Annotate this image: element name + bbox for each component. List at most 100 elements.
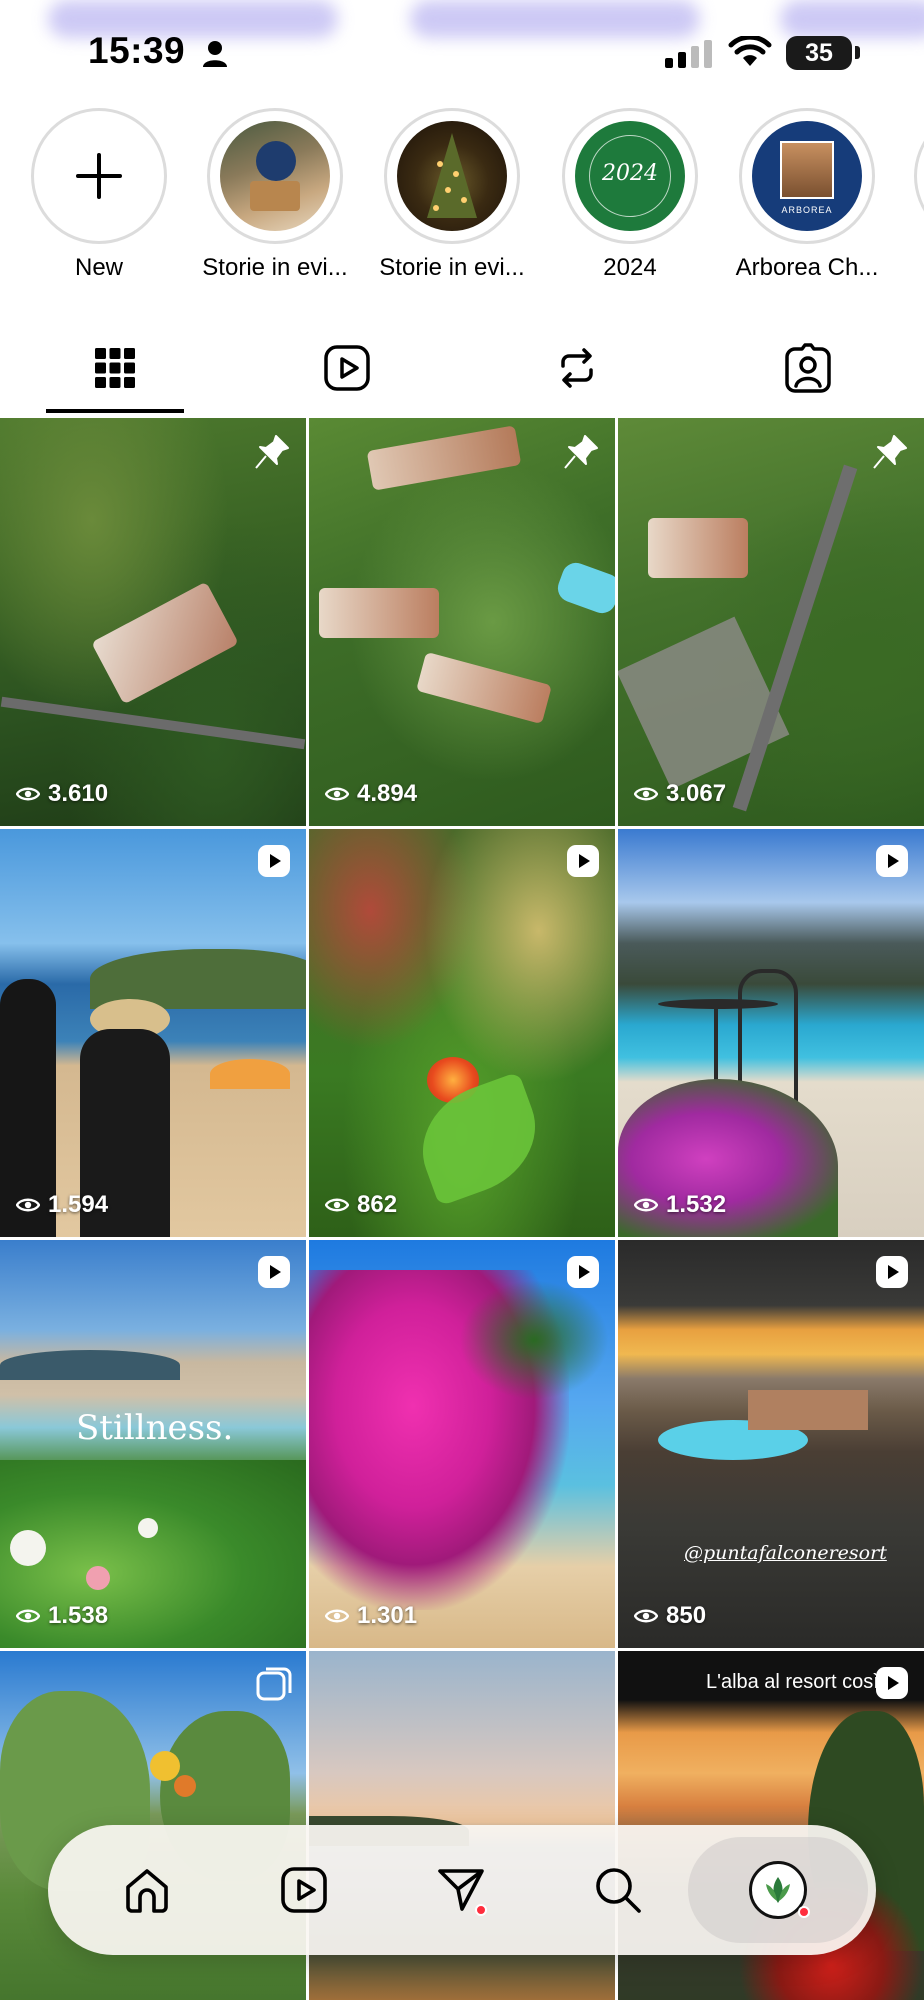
eye-icon (16, 1198, 40, 1212)
nav-reels[interactable] (266, 1852, 342, 1928)
highlight-ring (384, 108, 520, 244)
reel-icon (876, 1256, 908, 1288)
battery-icon: 35 (786, 36, 852, 70)
eye-icon (325, 1609, 349, 1623)
nav-profile[interactable] (740, 1852, 816, 1928)
post-image (210, 1059, 290, 1089)
eye-icon (634, 1198, 658, 1212)
reel-icon (567, 845, 599, 877)
view-count: 1.538 (16, 1602, 108, 1630)
notification-dot (798, 1906, 810, 1918)
leaf-logo-icon (766, 1877, 790, 1903)
carousel-icon (256, 1667, 292, 1701)
post-overlay-text: @puntafalconeresort (684, 1542, 887, 1564)
notification-dot (475, 1904, 487, 1916)
view-count: 1.532 (634, 1191, 726, 1219)
post-image (748, 1390, 868, 1430)
reels-icon (324, 345, 370, 391)
eye-icon (634, 1609, 658, 1623)
highlight-label: Arborea Ch... (735, 254, 879, 281)
post-overlay-text: L'alba al resort così (706, 1671, 879, 1693)
post-tile[interactable]: 1.594 (0, 829, 306, 1237)
highlight-cover: ARBOREA (752, 121, 862, 231)
highlight-label: New (74, 254, 123, 281)
highlight-cover: 2024 (575, 121, 685, 231)
nav-home[interactable] (109, 1852, 185, 1928)
highlight-label: Storie in evi... (379, 254, 525, 281)
battery-tip (855, 46, 860, 59)
highlight-ring: ARBOREA (739, 108, 875, 244)
view-count-value: 850 (666, 1602, 707, 1629)
nav-messages[interactable] (423, 1852, 499, 1928)
post-image (150, 1751, 180, 1781)
eye-icon (16, 787, 40, 801)
highlight-cover-text: ARBOREA (781, 205, 833, 215)
reels-icon (281, 1867, 327, 1913)
view-count: 4.894 (325, 780, 417, 808)
highlight-cover (220, 121, 330, 231)
view-count: 862 (325, 1191, 397, 1219)
eye-icon (325, 1198, 349, 1212)
status-bar: 15:39 35 (0, 0, 924, 100)
post-tile[interactable]: 1.301 (309, 1240, 615, 1648)
highlight-cover-text: 2024 (602, 161, 658, 186)
eye-icon (634, 787, 658, 801)
story-highlights: New Storie in evi... Storie in evi... 20… (0, 108, 924, 298)
tagged-icon (785, 343, 831, 393)
nav-search[interactable] (580, 1852, 656, 1928)
post-tile[interactable]: @puntafalconeresort 850 (618, 1240, 924, 1648)
reel-icon (876, 845, 908, 877)
view-count-value: 3.610 (48, 780, 109, 807)
view-count: 1.594 (16, 1191, 108, 1219)
view-count-value: 1.532 (666, 1191, 727, 1218)
highlight-ring (207, 108, 343, 244)
tab-reels[interactable] (307, 338, 387, 398)
plus-icon (76, 153, 122, 199)
repost-icon (561, 348, 593, 388)
post-tile[interactable]: 3.610 (0, 418, 306, 826)
grid-icon (95, 348, 135, 388)
view-count-value: 3.067 (666, 780, 727, 807)
home-icon (126, 1869, 168, 1913)
blurred-banner (410, 0, 700, 38)
post-tile[interactable]: Stillness. 1.538 (0, 1240, 306, 1648)
post-image (319, 588, 439, 638)
view-count-value: 1.538 (48, 1602, 109, 1629)
post-tile[interactable]: 1.532 (618, 829, 924, 1237)
post-tile[interactable]: 862 (309, 829, 615, 1237)
post-tile[interactable]: 4.894 (309, 418, 615, 826)
reel-icon (258, 1256, 290, 1288)
view-count: 850 (634, 1602, 706, 1630)
search-icon (596, 1868, 641, 1913)
highlight-ring: 2024 (562, 108, 698, 244)
pin-icon (255, 435, 289, 469)
view-count: 3.610 (16, 780, 108, 808)
eye-icon (325, 787, 349, 801)
bottom-navigation-bar (48, 1825, 876, 1955)
view-count-value: 4.894 (357, 780, 418, 807)
reel-icon (567, 1256, 599, 1288)
post-image (459, 1280, 609, 1400)
highlight-ring (31, 108, 167, 244)
pin-icon (564, 435, 598, 469)
tab-tagged[interactable] (768, 338, 848, 398)
person-icon (203, 41, 227, 67)
post-overlay-text: Stillness. (76, 1408, 234, 1448)
view-count-value: 862 (357, 1191, 398, 1218)
view-count: 1.301 (325, 1602, 417, 1630)
pin-icon (873, 435, 907, 469)
highlight-label: Storie in evi... (202, 254, 348, 281)
view-count-value: 1.301 (357, 1602, 418, 1629)
tab-reposts[interactable] (537, 338, 617, 398)
blurred-banner (780, 0, 924, 38)
highlight-label: 2024 (603, 254, 657, 281)
view-count-value: 1.594 (48, 1191, 109, 1218)
highlight-cover (397, 121, 507, 231)
active-tab-indicator (46, 409, 184, 413)
tab-posts[interactable] (75, 338, 155, 398)
post-image (648, 518, 748, 578)
post-image (0, 1350, 180, 1380)
wifi-icon (728, 36, 772, 66)
post-tile[interactable]: 3.067 (618, 418, 924, 826)
highlight-ring-partial[interactable] (914, 108, 924, 244)
